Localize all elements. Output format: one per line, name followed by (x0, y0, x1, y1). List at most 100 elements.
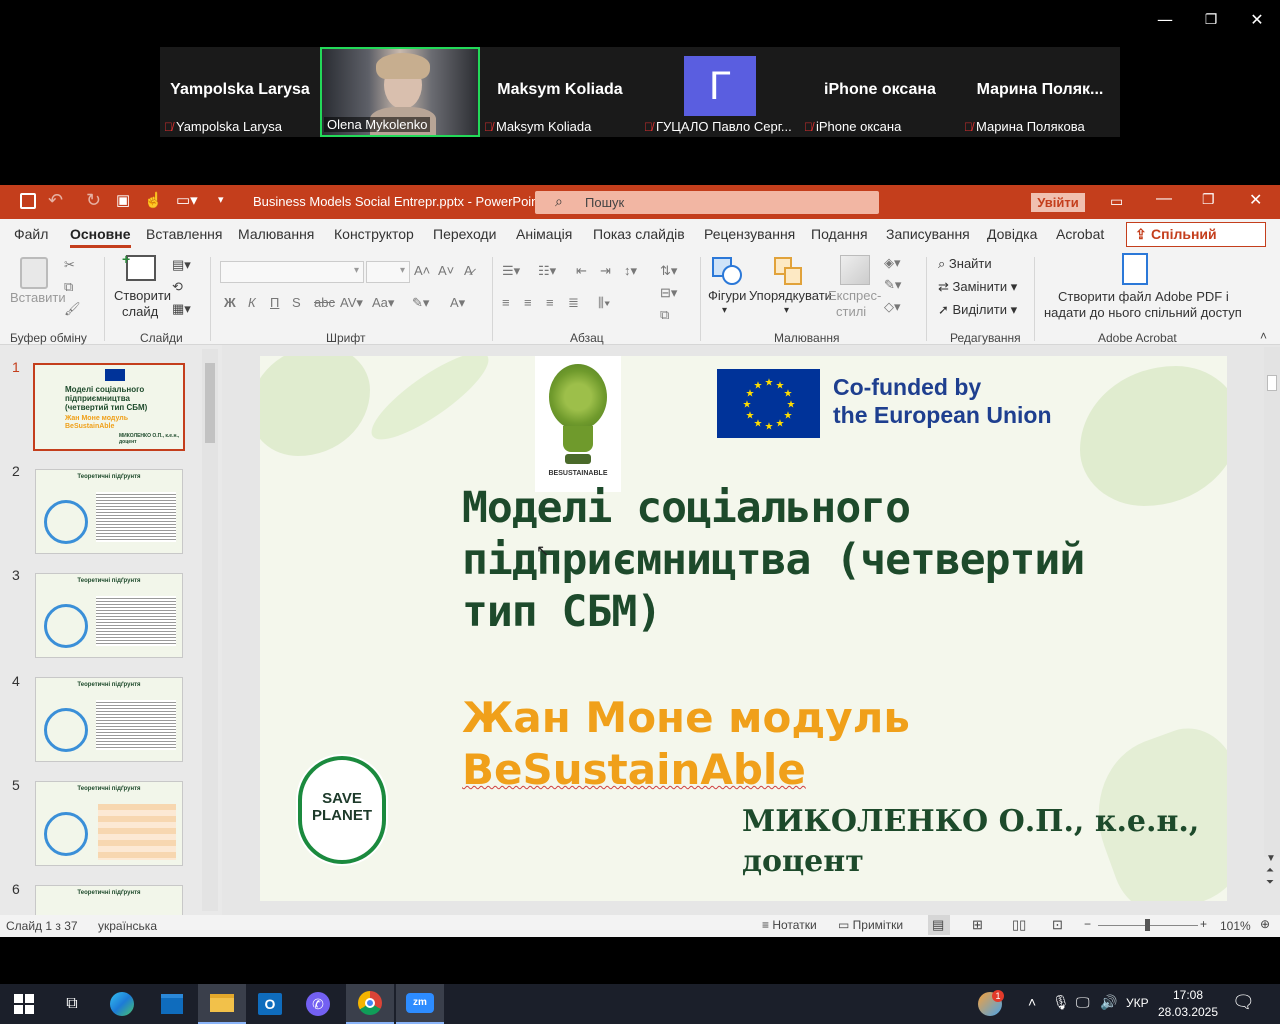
justify-icon[interactable]: ≣ (568, 295, 579, 311)
section-icon[interactable]: ▦▾ (172, 301, 191, 317)
store-icon[interactable] (152, 989, 192, 1019)
quick-styles-label-2[interactable]: стилі (836, 304, 866, 319)
shape-outline-icon[interactable]: ✎▾ (884, 277, 901, 293)
chrome-icon[interactable] (346, 984, 394, 1024)
layout-icon[interactable]: ▭▾ (176, 191, 198, 209)
new-slide-label-1[interactable]: Створити (114, 288, 171, 303)
zoom-slider-thumb[interactable] (1145, 919, 1150, 931)
minimize-icon[interactable]: — (1142, 8, 1188, 32)
slide-thumbnail-2[interactable]: Теоретичні підґрунтя (35, 469, 183, 554)
change-case-icon[interactable]: Aa▾ (372, 295, 394, 311)
microphone-icon[interactable]: 🎙 (1052, 994, 1070, 1011)
shrink-font-icon[interactable]: A˅ (438, 263, 454, 278)
align-center-icon[interactable]: ≡ (524, 295, 532, 310)
present-icon[interactable]: ▣ (116, 191, 130, 209)
restore-icon[interactable]: ❐ (1188, 8, 1234, 32)
columns-icon[interactable]: ⫼▾ (598, 295, 610, 311)
minimize-icon[interactable]: — (1156, 190, 1172, 208)
thumbs-scrollbar[interactable] (202, 349, 218, 911)
slide-thumbnail-4[interactable]: Теоретичні підґрунтя (35, 677, 183, 762)
slide-author[interactable]: МИКОЛЕНКО О.П., к.е.н., доцент (742, 802, 1199, 882)
bullets-icon[interactable]: ☰▾ (502, 263, 520, 279)
undo-icon[interactable]: ↶ (48, 190, 63, 211)
editor-scrollbar[interactable] (1264, 347, 1280, 857)
paste-label[interactable]: Вставити (10, 290, 66, 305)
zoom-app-icon[interactable]: zm (396, 984, 444, 1024)
outlook-icon[interactable]: O (250, 989, 290, 1019)
tab-view[interactable]: Подання (811, 226, 868, 242)
tab-insert[interactable]: Вставлення (146, 226, 223, 242)
font-size-select[interactable]: ▾ (366, 261, 410, 283)
quick-styles-icon[interactable] (840, 255, 870, 285)
layout-icon[interactable]: ▤▾ (172, 257, 191, 273)
scroll-arrows-icon[interactable]: ▼ ⏶ ⏷ (1266, 853, 1276, 889)
participant-tile[interactable]: iPhone оксана 🎙̸ iPhone оксана (800, 47, 960, 137)
search-box[interactable]: ⌕ Пошук (535, 191, 879, 214)
shadow-icon[interactable]: S (292, 295, 301, 310)
font-family-select[interactable]: ▾ (220, 261, 364, 283)
language[interactable]: українська (98, 919, 157, 933)
restore-icon[interactable]: ❐ (1202, 191, 1215, 208)
strikethrough-icon[interactable]: abc (314, 295, 335, 310)
slide-thumbnail-6[interactable]: Теоретичні підґрунтя (35, 885, 183, 915)
tab-animations[interactable]: Анімація (516, 226, 572, 242)
redo-icon[interactable]: ↻ (86, 190, 101, 211)
tab-help[interactable]: Довідка (987, 226, 1037, 242)
decrease-indent-icon[interactable]: ⇤ (576, 263, 587, 279)
share-button[interactable]: ⇪ Спільний доступ (1126, 222, 1266, 265)
zoom-out-icon[interactable]: − (1084, 917, 1091, 931)
participant-tile[interactable]: Г 🎙̸ ГУЦАЛО Павло Серг... (640, 47, 800, 137)
reading-view-icon[interactable]: ▯▯ (1012, 917, 1026, 933)
participant-tile[interactable]: Maksym Koliada 🎙̸ Maksym Koliada (480, 47, 640, 137)
tab-acrobat[interactable]: Acrobat (1056, 226, 1104, 242)
numbering-icon[interactable]: ☷▾ (538, 263, 556, 279)
shapes-label[interactable]: Фігури (708, 288, 746, 303)
slide-canvas[interactable]: BESUSTAINABLE ★ ★ ★ ★ ★ ★ ★ ★ ★ ★ ★ ★ Co-funded by … (260, 356, 1227, 901)
tab-design[interactable]: Конструктор (334, 226, 414, 242)
task-view-icon[interactable]: ⧉ (52, 989, 92, 1019)
volume-icon[interactable]: 🔊 (1100, 994, 1117, 1011)
shape-effects-icon[interactable]: ◇▾ (884, 299, 901, 315)
collapse-ribbon-icon[interactable]: ˄ (1260, 329, 1267, 343)
tray-chevron-icon[interactable]: ˄ (1028, 994, 1036, 1010)
zoom-level[interactable]: 101% (1220, 919, 1251, 933)
slide-sorter-icon[interactable]: ⊞ (972, 917, 983, 933)
file-explorer-icon[interactable] (198, 984, 246, 1024)
tab-review[interactable]: Рецензування (704, 226, 795, 242)
participant-tile-active[interactable]: Olena Mykolenko (320, 47, 480, 137)
close-icon[interactable]: ✕ (1234, 8, 1280, 32)
acrobat-label-1[interactable]: Створити файл Adobe PDF і (1058, 289, 1229, 304)
input-language[interactable]: УКР (1126, 996, 1149, 1010)
italic-icon[interactable]: К (248, 295, 256, 310)
underline-icon[interactable]: П (270, 295, 279, 310)
new-slide-label-2[interactable]: слайд (122, 304, 158, 319)
reset-icon[interactable]: ⟲ (172, 279, 183, 295)
slide-thumbnail-5[interactable]: Теоретичні підґрунтя (35, 781, 183, 866)
notes-button[interactable]: ≡ Нотатки (762, 918, 817, 932)
tab-draw[interactable]: Малювання (238, 226, 314, 242)
quick-styles-label-1[interactable]: Експрес- (828, 288, 881, 303)
slide-thumbnail-1[interactable]: Моделі соціального підприємництва (четве… (33, 363, 185, 451)
acrobat-label-2[interactable]: надати до нього спільний доступ (1044, 305, 1242, 320)
align-left-icon[interactable]: ≡ (502, 295, 510, 310)
tab-transitions[interactable]: Переходи (433, 226, 496, 242)
network-icon[interactable]: 🖵 (1076, 994, 1090, 1011)
find-button[interactable]: ⌕ Знайти (938, 256, 992, 272)
tab-slideshow[interactable]: Показ слайдів (593, 226, 685, 242)
replace-button[interactable]: ⇄ Замінити ▾ (938, 279, 1017, 295)
text-direction-icon[interactable]: ⇅▾ (660, 263, 677, 279)
align-text-icon[interactable]: ⊟▾ (660, 285, 677, 301)
customize-toolbar-icon[interactable]: ▾ (218, 193, 224, 206)
touch-mode-icon[interactable]: ☝ (144, 191, 163, 209)
align-right-icon[interactable]: ≡ (546, 295, 554, 310)
tab-home[interactable]: Основне (70, 226, 131, 248)
ribbon-display-icon[interactable]: ▭ (1110, 193, 1123, 210)
clock-time[interactable]: 17:08 (1160, 988, 1216, 1002)
char-spacing-icon[interactable]: AV▾ (340, 295, 363, 311)
paste-icon[interactable] (20, 257, 48, 289)
bold-icon[interactable]: Ж (224, 295, 236, 310)
arrange-label[interactable]: Упорядкувати (749, 288, 832, 303)
grow-font-icon[interactable]: A˄ (414, 263, 430, 278)
close-icon[interactable]: ✕ (1249, 190, 1262, 210)
acrobat-pdf-icon[interactable] (1122, 253, 1148, 285)
